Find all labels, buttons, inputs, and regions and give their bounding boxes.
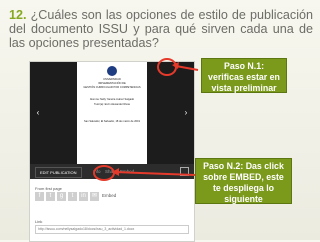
callout-paso1: Paso N.1: verificas estar en vista preli… (201, 58, 287, 93)
arrow-paso2 (114, 171, 196, 176)
callout-paso2: Paso N.2: Das click sobre EMBED, este te… (195, 158, 292, 204)
arrow-head-paso2 (112, 168, 119, 176)
arrow-paso1 (175, 65, 199, 71)
arrow-head-paso1 (172, 62, 179, 69)
callout-arrows (112, 62, 199, 176)
